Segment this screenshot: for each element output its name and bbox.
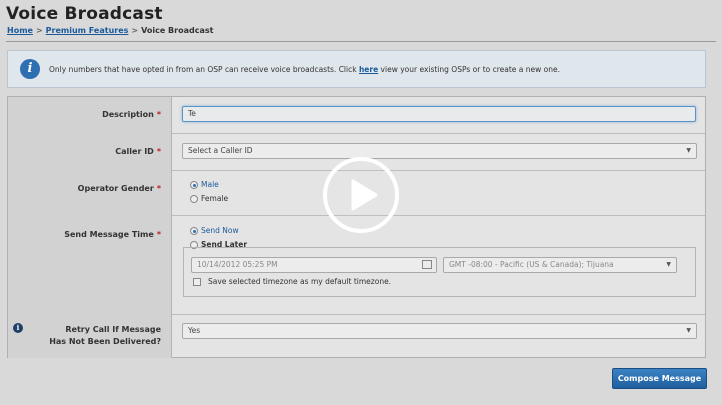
breadcrumb-separator: > — [35, 26, 43, 35]
gender-male-radio[interactable] — [190, 181, 198, 189]
breadcrumb-current: Voice Broadcast — [141, 26, 214, 35]
page-title: Voice Broadcast — [6, 4, 163, 24]
caller-id-select[interactable]: Select a Caller ID ▼ — [182, 143, 697, 159]
info-text: Only numbers that have opted in from an … — [49, 65, 561, 74]
breadcrumb-separator: > — [131, 26, 139, 35]
chevron-down-icon: ▼ — [686, 327, 691, 334]
send-message-time-label: Send Message Time * — [64, 230, 161, 239]
osp-here-link[interactable]: here — [359, 65, 378, 74]
compose-message-button[interactable]: Compose Message — [612, 368, 707, 389]
title-divider — [6, 41, 716, 42]
play-icon[interactable] — [323, 157, 399, 233]
caller-id-label: Caller ID * — [115, 147, 161, 156]
retry-call-label: Retry Call If Message Has Not Been Delive… — [49, 325, 161, 346]
breadcrumb-premium-features-link[interactable]: Premium Features — [46, 26, 129, 35]
send-now-radio[interactable] — [190, 227, 198, 235]
save-timezone-label[interactable]: Save selected timezone as my default tim… — [208, 277, 391, 286]
description-input[interactable]: Te — [182, 106, 696, 122]
description-label: Description * — [102, 110, 161, 119]
retry-call-row: i Retry Call If Message Has Not Been Deli… — [8, 314, 705, 358]
chevron-down-icon: ▼ — [666, 261, 671, 268]
info-banner: i Only numbers that have opted in from a… — [7, 50, 706, 88]
send-later-datetime-input[interactable]: 10/14/2012 05:25 PM — [191, 257, 437, 273]
gender-female-label[interactable]: Female — [201, 194, 228, 203]
play-triangle — [351, 179, 378, 211]
save-timezone-checkbox[interactable] — [193, 278, 201, 286]
send-now-label[interactable]: Send Now — [201, 226, 239, 235]
description-row: Description * Te — [8, 97, 705, 134]
breadcrumb: Home > Premium Features > Voice Broadcast — [7, 26, 213, 35]
timezone-select[interactable]: GMT -08:00 - Pacific (US & Canada); Tiju… — [443, 257, 677, 273]
breadcrumb-home-link[interactable]: Home — [7, 26, 33, 35]
gender-female-radio[interactable] — [190, 195, 198, 203]
send-later-panel: 10/14/2012 05:25 PM GMT -08:00 - Pacific… — [183, 247, 696, 297]
retry-call-select[interactable]: Yes ▼ — [182, 323, 697, 339]
gender-male-label[interactable]: Male — [201, 180, 219, 189]
chevron-down-icon: ▼ — [686, 147, 691, 154]
calendar-icon[interactable] — [422, 260, 432, 269]
info-icon: i — [20, 59, 40, 79]
info-icon[interactable]: i — [13, 323, 23, 333]
operator-gender-label: Operator Gender * — [77, 184, 161, 193]
